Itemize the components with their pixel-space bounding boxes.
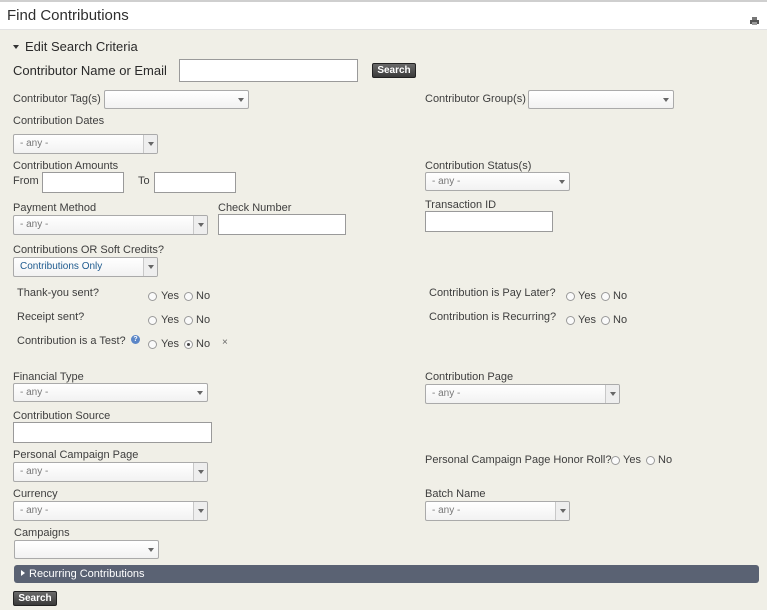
batch-name-value: - any - [432,505,461,516]
batch-name-select[interactable]: - any - [425,501,570,521]
is-test-no-label[interactable]: No [196,338,210,351]
pay-later-yes-radio[interactable] [566,292,575,301]
recurring-no-radio[interactable] [601,316,610,325]
currency-select[interactable]: - any - [13,501,208,521]
pcp-honor-no-label[interactable]: No [658,454,672,467]
chevron-down-icon [659,91,673,108]
recurring-contributions-label: Recurring Contributions [29,568,145,580]
thankyou-yes-radio[interactable] [148,292,157,301]
pcp-honor-yes-radio[interactable] [611,456,620,465]
contributor-tags-select[interactable] [104,90,249,109]
help-icon[interactable]: ? [131,335,140,344]
thankyou-yes-label[interactable]: Yes [161,290,179,303]
pay-later-label: Contribution is Pay Later? [429,287,556,299]
contributor-group-select[interactable] [528,90,674,109]
pay-later-no-radio[interactable] [601,292,610,301]
contribution-page-label: Contribution Page [425,371,514,383]
contribution-page-value: - any - [432,388,461,399]
thankyou-no-label[interactable]: No [196,290,210,303]
amount-to-input[interactable] [154,172,236,193]
contribution-dates-label: Contribution Dates [13,115,105,127]
contributor-name-input[interactable] [179,59,358,82]
chevron-down-icon [143,258,157,276]
is-test-yes-radio[interactable] [148,340,157,349]
pay-later-yes-label[interactable]: Yes [578,290,596,303]
search-button-bottom[interactable]: Search [13,591,57,606]
contribution-status-select[interactable]: - any - [425,172,570,191]
is-test-label: Contribution is a Test? [17,335,126,347]
campaigns-select[interactable] [14,540,159,559]
check-number-input[interactable] [218,214,346,235]
chevron-down-icon [193,463,207,481]
receipt-yes-radio[interactable] [148,316,157,325]
chevron-down-icon [143,135,157,153]
chevron-down-icon [555,502,569,520]
currency-label: Currency [13,488,58,500]
chevron-down-icon [193,502,207,520]
campaigns-label: Campaigns [14,527,70,539]
is-test-no-radio[interactable] [184,340,193,349]
pcp-value: - any - [20,466,49,477]
contribution-status-value: - any - [432,176,461,187]
pcp-select[interactable]: - any - [13,462,208,482]
recurring-no-label[interactable]: No [613,314,627,327]
contribution-source-input[interactable] [13,422,212,443]
chevron-down-icon [234,91,248,108]
financial-type-select[interactable]: - any - [13,383,208,402]
page-title: Find Contributions [7,7,129,24]
receipt-no-label[interactable]: No [196,314,210,327]
soft-credits-value: Contributions Only [20,261,103,272]
to-label: To [138,175,150,187]
financial-type-value: - any - [20,387,49,398]
contribution-dates-select[interactable]: - any - [13,134,158,154]
chevron-down-icon [193,216,207,234]
expand-arrow-icon [21,570,25,576]
pcp-honor-no-radio[interactable] [646,456,655,465]
recurring-yes-label[interactable]: Yes [578,314,596,327]
chevron-down-icon [144,541,158,558]
soft-credits-label: Contributions OR Soft Credits? [13,244,165,256]
amount-from-input[interactable] [42,172,124,193]
collapse-arrow-icon[interactable] [13,45,19,49]
pcp-label: Personal Campaign Page [13,449,139,461]
from-label: From [13,175,39,187]
chevron-down-icon [193,384,207,401]
thankyou-label: Thank-you sent? [17,287,99,299]
recurring-label: Contribution is Recurring? [429,311,557,323]
section-title[interactable]: Edit Search Criteria [25,40,138,53]
transaction-id-input[interactable] [425,211,553,232]
is-test-yes-label[interactable]: Yes [161,338,179,351]
receipt-label: Receipt sent? [17,311,85,323]
contribution-dates-value: - any - [20,138,49,149]
recurring-yes-radio[interactable] [566,316,575,325]
contributor-tags-label: Contributor Tag(s) [13,93,101,105]
currency-value: - any - [20,505,49,516]
pcp-honor-yes-label[interactable]: Yes [623,454,641,467]
clear-icon[interactable]: × [222,337,228,348]
contributor-group-label: Contributor Group(s) [425,93,526,105]
payment-method-label: Payment Method [13,202,97,214]
batch-name-label: Batch Name [425,488,486,500]
receipt-no-radio[interactable] [184,316,193,325]
print-icon[interactable] [750,17,759,25]
search-button-top[interactable]: Search [372,63,416,78]
chevron-down-icon [605,385,619,403]
pay-later-no-label[interactable]: No [613,290,627,303]
recurring-contributions-accordion[interactable]: Recurring Contributions [14,565,759,583]
payment-method-value: - any - [20,219,49,230]
payment-method-select[interactable]: - any - [13,215,208,235]
pcp-honor-label: Personal Campaign Page Honor Roll? [425,454,612,466]
soft-credits-select[interactable]: Contributions Only [13,257,158,277]
contribution-page-select[interactable]: - any - [425,384,620,404]
chevron-down-icon [555,173,569,190]
thankyou-no-radio[interactable] [184,292,193,301]
contributor-name-label: Contributor Name or Email [13,63,167,78]
receipt-yes-label[interactable]: Yes [161,314,179,327]
